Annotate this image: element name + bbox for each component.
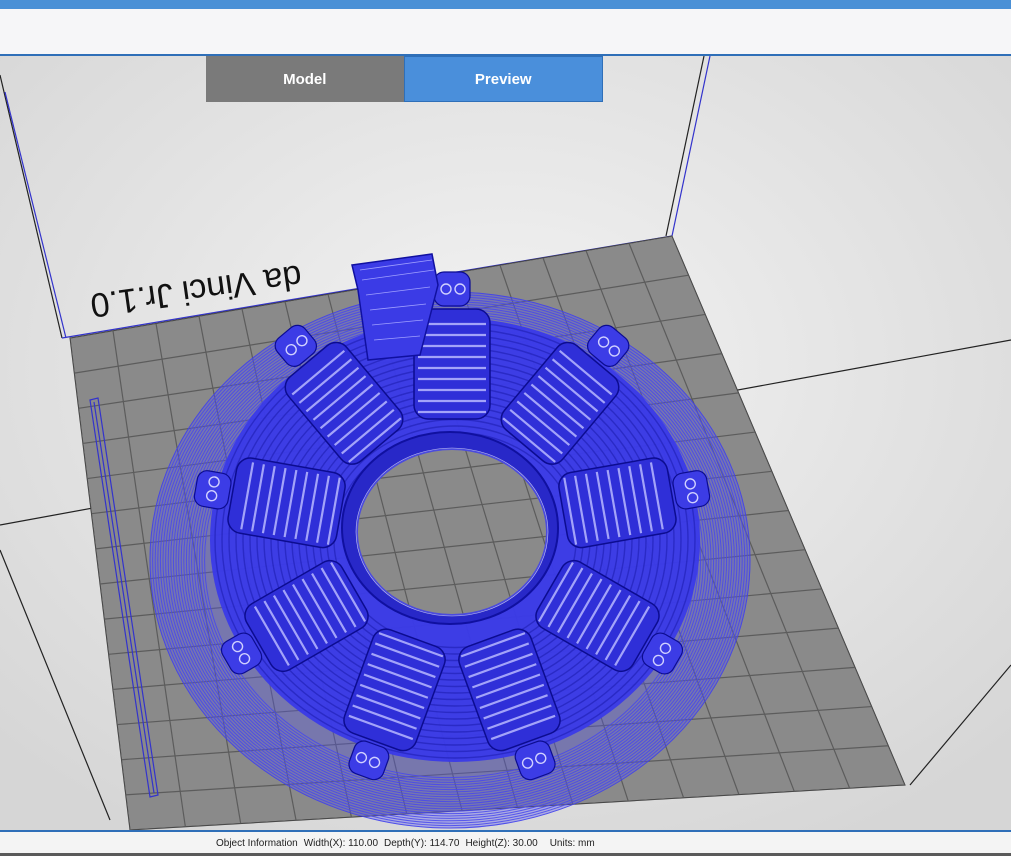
title-bar bbox=[0, 0, 1011, 9]
mode-tabs: Model Preview bbox=[206, 56, 603, 102]
tab-model[interactable]: Model bbox=[206, 56, 404, 102]
object-width: Width(X): 110.00 bbox=[303, 838, 379, 849]
object-height: Height(Z): 30.00 bbox=[465, 838, 538, 849]
object-info: Object Information Width(X): 110.00 Dept… bbox=[216, 838, 595, 849]
object-depth: Depth(Y): 114.70 bbox=[384, 838, 460, 849]
status-bar: Object Information Width(X): 110.00 Dept… bbox=[0, 830, 1011, 856]
object-units: Units: mm bbox=[549, 838, 595, 849]
toolbar bbox=[0, 9, 1011, 56]
tab-preview[interactable]: Preview bbox=[403, 56, 603, 102]
object-info-label: Object Information bbox=[216, 838, 298, 849]
app-window: da Vinci Jr.1.0 Model Preview Object Inf… bbox=[0, 0, 1011, 856]
3d-viewport[interactable]: da Vinci Jr.1.0 bbox=[0, 56, 1011, 830]
scene: da Vinci Jr.1.0 bbox=[0, 56, 1011, 830]
